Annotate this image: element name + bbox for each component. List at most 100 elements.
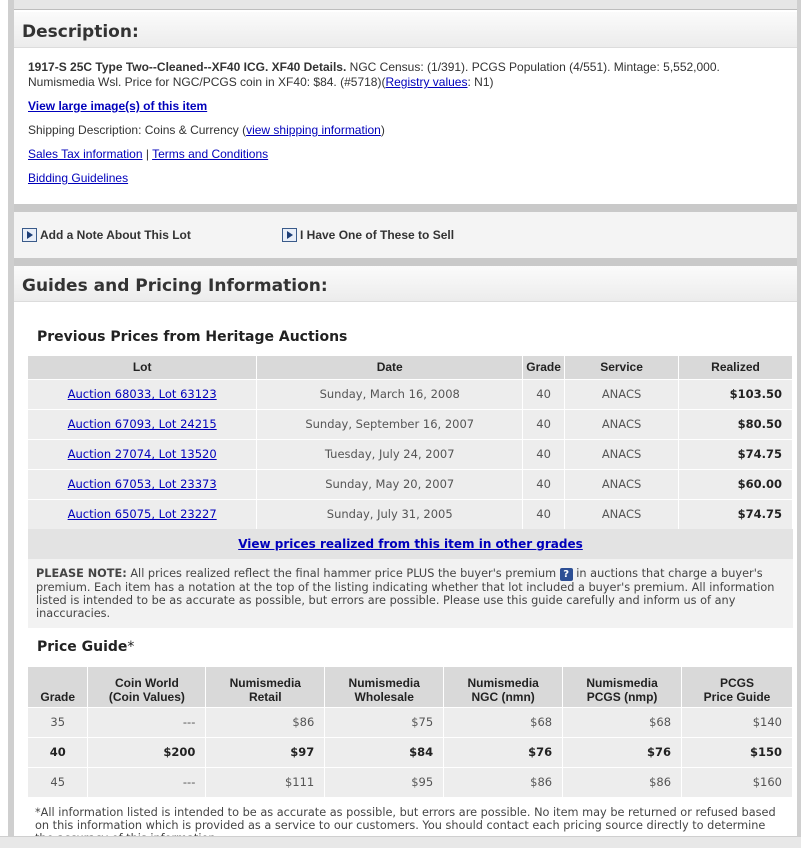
price-guide-star: * bbox=[127, 639, 135, 655]
realized-price: $74.75 bbox=[678, 438, 793, 469]
description-panel: Description: 1917-S 25C Type Two--Cleane… bbox=[14, 12, 797, 204]
price-guide-table: Grade Coin World (Coin Values) Numismedia… bbox=[28, 667, 793, 797]
realized-price: $80.50 bbox=[678, 408, 793, 439]
grade-cell: 40 bbox=[522, 468, 566, 499]
lot-title: 1917-S 25C Type Two--Cleaned--XF40 ICG. … bbox=[28, 60, 347, 74]
terms-link[interactable]: Terms and Conditions bbox=[152, 147, 268, 161]
ngc-cell: $86 bbox=[443, 766, 564, 797]
pcgs-guide-cell: $140 bbox=[681, 706, 793, 737]
guides-panel: Guides and Pricing Information: Previous… bbox=[14, 266, 797, 848]
pg-col-wholesale: Numismedia Wholesale bbox=[324, 667, 445, 707]
description-title: Description: bbox=[14, 12, 797, 48]
service-cell: ANACS bbox=[564, 378, 680, 409]
scrollbar-track[interactable] bbox=[797, 0, 801, 848]
previous-prices-title: Previous Prices from Heritage Auctions bbox=[37, 329, 348, 345]
sale-date: Sunday, March 16, 2008 bbox=[256, 378, 524, 409]
other-grades-row: View prices realized from this item in o… bbox=[28, 529, 793, 559]
table-row: Auction 27074, Lot 13520 Tuesday, July 2… bbox=[28, 438, 793, 469]
registry-values-link[interactable]: Registry values bbox=[385, 75, 467, 89]
previous-prices-table: Lot Date Grade Service Realized Auction … bbox=[28, 356, 793, 529]
other-grades-link[interactable]: View prices realized from this item in o… bbox=[238, 537, 583, 551]
grade-cell: 40 bbox=[522, 408, 566, 439]
pg-col-coin-world: Coin World (Coin Values) bbox=[87, 667, 207, 707]
guides-title: Guides and Pricing Information: bbox=[14, 266, 797, 302]
auction-lot-link[interactable]: Auction 67053, Lot 23373 bbox=[68, 477, 217, 491]
price-guide-section: Grade Coin World (Coin Values) Numismedia… bbox=[28, 667, 793, 845]
col-lot: Lot bbox=[28, 356, 258, 379]
table-row: 45 --- $111 $95 $86 $86 $160 bbox=[28, 766, 793, 797]
service-cell: ANACS bbox=[564, 468, 680, 499]
sale-date: Sunday, September 16, 2007 bbox=[256, 408, 524, 439]
grade-cell: 40 bbox=[522, 438, 566, 469]
realized-price: $74.75 bbox=[678, 498, 793, 529]
col-date: Date bbox=[256, 356, 524, 379]
table-row: Auction 67053, Lot 23373 Sunday, May 20,… bbox=[28, 468, 793, 499]
auction-lot-link[interactable]: Auction 68033, Lot 63123 bbox=[68, 387, 217, 401]
col-realized: Realized bbox=[678, 356, 793, 379]
table-header-row: Lot Date Grade Service Realized bbox=[28, 356, 793, 379]
view-shipping-link[interactable]: view shipping information bbox=[246, 123, 381, 137]
sell-one-button[interactable]: I Have One of These to Sell bbox=[282, 228, 454, 242]
pcgs-guide-cell: $150 bbox=[681, 736, 793, 767]
wholesale-cell: $75 bbox=[324, 706, 445, 737]
service-cell: ANACS bbox=[564, 408, 680, 439]
retail-cell: $97 bbox=[205, 736, 326, 767]
wholesale-cell: $84 bbox=[324, 736, 445, 767]
table-row: Auction 68033, Lot 63123 Sunday, March 1… bbox=[28, 378, 793, 409]
grade-cell: 45 bbox=[28, 766, 89, 797]
pg-col-retail: Numismedia Retail bbox=[205, 667, 326, 707]
realized-price: $60.00 bbox=[678, 468, 793, 499]
note-label: PLEASE NOTE: bbox=[36, 567, 127, 580]
play-arrow-icon bbox=[282, 228, 297, 242]
lot-summary: 1917-S 25C Type Two--Cleaned--XF40 ICG. … bbox=[28, 60, 783, 90]
view-large-image-link[interactable]: View large image(s) of this item bbox=[28, 99, 207, 113]
add-note-button[interactable]: Add a Note About This Lot bbox=[22, 228, 191, 242]
pcgs-nmp-cell: $76 bbox=[562, 736, 683, 767]
previous-prices-section: Lot Date Grade Service Realized Auction … bbox=[28, 356, 793, 628]
shipping-suffix: ) bbox=[380, 123, 385, 137]
pg-col-ngc: Numismedia NGC (nmn) bbox=[443, 667, 564, 707]
price-guide-label: Price Guide bbox=[37, 639, 128, 655]
description-body: 1917-S 25C Type Two--Cleaned--XF40 ICG. … bbox=[14, 48, 797, 205]
link-divider: | bbox=[142, 147, 153, 161]
realized-price: $103.50 bbox=[678, 378, 793, 409]
auction-lot-link[interactable]: Auction 67093, Lot 24215 bbox=[68, 417, 217, 431]
grade-cell: 40 bbox=[522, 378, 566, 409]
pg-col-grade: Grade bbox=[28, 667, 89, 707]
registry-tail: : N1) bbox=[467, 75, 494, 89]
sales-tax-link[interactable]: Sales Tax information bbox=[28, 147, 143, 161]
note-text-1: All prices realized reflect the final ha… bbox=[126, 567, 560, 580]
coin-world-cell: $200 bbox=[87, 736, 207, 767]
grade-cell: 40 bbox=[28, 736, 89, 767]
auction-lot-link[interactable]: Auction 65075, Lot 23227 bbox=[68, 507, 217, 521]
service-cell: ANACS bbox=[564, 438, 680, 469]
bidding-guidelines-link[interactable]: Bidding Guidelines bbox=[28, 171, 128, 185]
grade-cell: 35 bbox=[28, 706, 89, 737]
sale-date: Sunday, July 31, 2005 bbox=[256, 498, 524, 529]
table-row: Auction 65075, Lot 23227 Sunday, July 31… bbox=[28, 498, 793, 529]
retail-cell: $111 bbox=[205, 766, 326, 797]
ngc-cell: $68 bbox=[443, 706, 564, 737]
page-frame: Description: 1917-S 25C Type Two--Cleane… bbox=[0, 0, 801, 848]
top-border bbox=[14, 0, 801, 10]
pcgs-nmp-cell: $68 bbox=[562, 706, 683, 737]
separator bbox=[14, 258, 797, 266]
sale-date: Tuesday, July 24, 2007 bbox=[256, 438, 524, 469]
table-row: 40 $200 $97 $84 $76 $76 $150 bbox=[28, 736, 793, 767]
shipping-description: Shipping Description: Coins & Currency (… bbox=[28, 123, 783, 138]
add-note-label: Add a Note About This Lot bbox=[40, 228, 191, 242]
auction-lot-link[interactable]: Auction 27074, Lot 13520 bbox=[68, 447, 217, 461]
help-icon[interactable]: ? bbox=[559, 568, 573, 581]
col-service: Service bbox=[564, 356, 680, 379]
pg-col-pcgs-nmp: Numismedia PCGS (nmp) bbox=[562, 667, 683, 707]
wholesale-cell: $95 bbox=[324, 766, 445, 797]
price-guide-title: Price Guide* bbox=[37, 639, 801, 655]
service-cell: ANACS bbox=[564, 498, 680, 529]
pcgs-nmp-cell: $86 bbox=[562, 766, 683, 797]
col-grade: Grade bbox=[522, 356, 566, 379]
sell-one-label: I Have One of These to Sell bbox=[300, 228, 455, 242]
actions-bar: Add a Note About This Lot I Have One of … bbox=[14, 212, 797, 258]
sale-date: Sunday, May 20, 2007 bbox=[256, 468, 524, 499]
pcgs-guide-cell: $160 bbox=[681, 766, 793, 797]
ngc-cell: $76 bbox=[443, 736, 564, 767]
